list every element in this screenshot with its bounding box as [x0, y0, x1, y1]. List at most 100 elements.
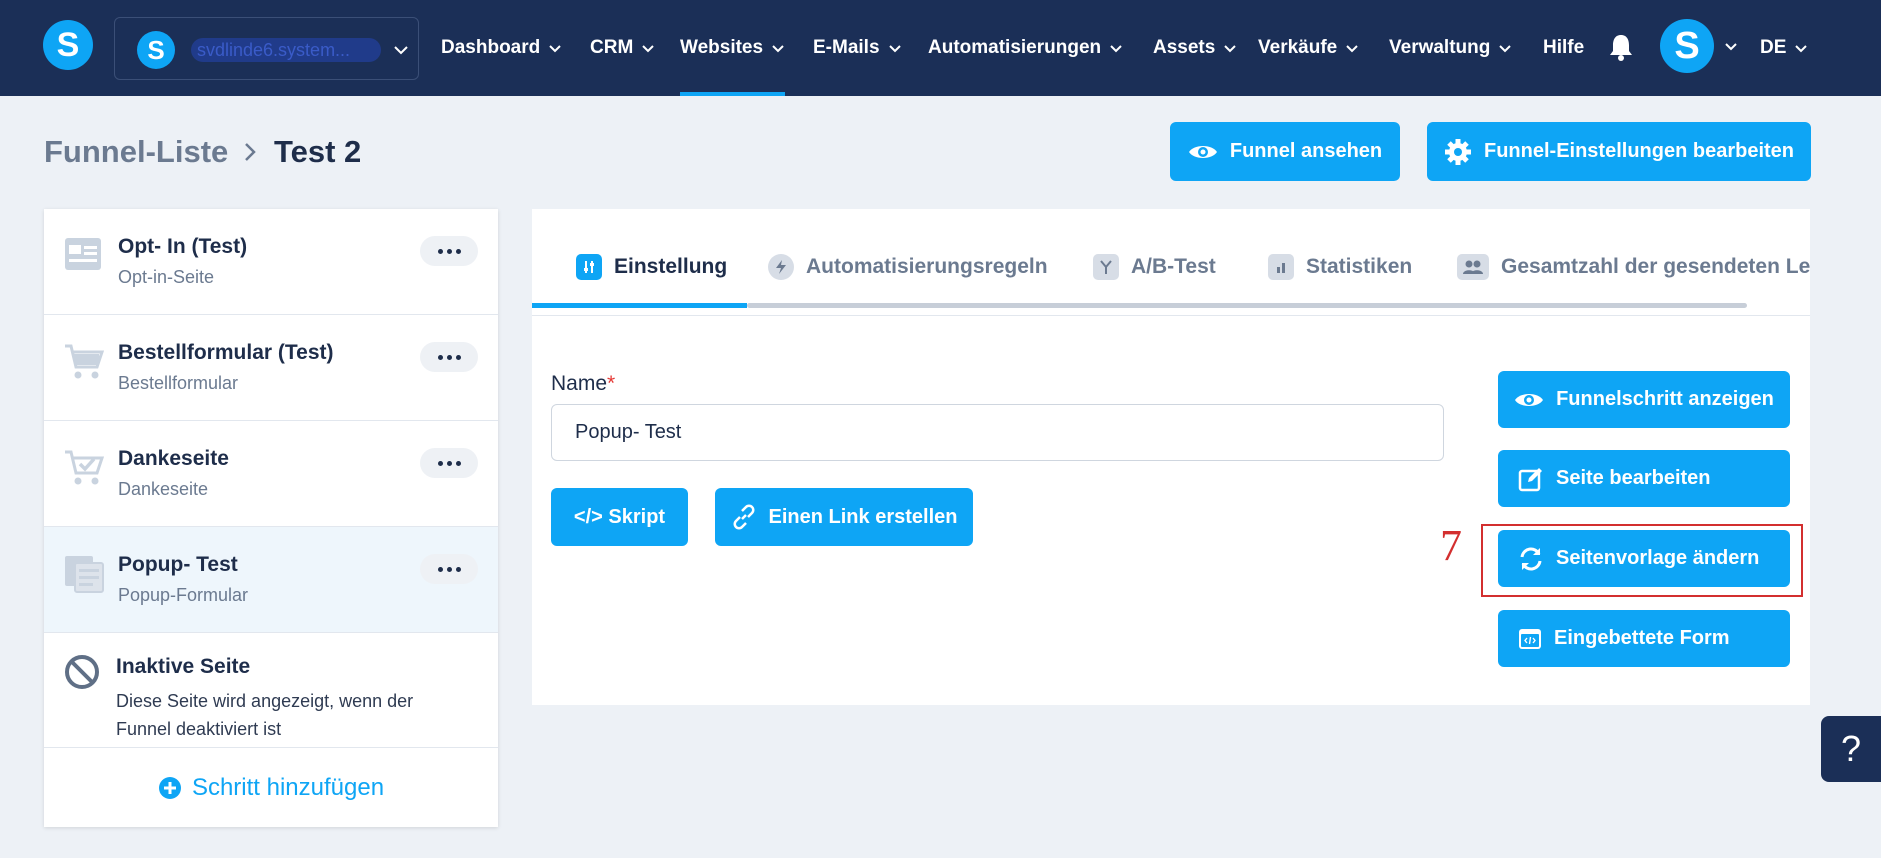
- account-avatar: S: [137, 31, 175, 69]
- inactive-page-title: Inaktive Seite: [116, 655, 251, 678]
- more-options-button[interactable]: [420, 236, 478, 266]
- nav-help[interactable]: Hilfe: [1543, 0, 1584, 96]
- tab-total-sent-leads[interactable]: Gesamtzahl der gesendeten Le: [1457, 247, 1810, 287]
- button-label: Funnel ansehen: [1229, 140, 1383, 162]
- nav-websites[interactable]: Websites: [680, 0, 786, 96]
- edit-funnel-settings-button[interactable]: Funnel-Einstellungen bearbeiten: [1427, 122, 1811, 181]
- nav-automations[interactable]: Automatisierungen: [928, 0, 1123, 96]
- button-label: Einen Link erstellen: [768, 505, 958, 528]
- chevron-down-icon: [1224, 45, 1237, 53]
- help-button[interactable]: ?: [1821, 716, 1881, 782]
- nav-label: E-Mails: [813, 37, 880, 58]
- code-window-icon: [1519, 628, 1541, 649]
- nav-assets[interactable]: Assets: [1153, 0, 1237, 96]
- tab-label: Gesamtzahl der gesendeten Le: [1501, 255, 1810, 278]
- add-step-label: Schritt hinzufügen: [191, 773, 385, 801]
- required-mark: *: [607, 372, 616, 395]
- nav-management[interactable]: Verwaltung: [1389, 0, 1512, 96]
- optin-page-icon: [65, 238, 101, 270]
- chevron-down-icon[interactable]: [1724, 39, 1738, 53]
- step-title: Opt- In (Test): [118, 235, 248, 258]
- bell-icon[interactable]: [1608, 33, 1634, 61]
- name-label-text: Name: [551, 372, 608, 395]
- funnel-step-item[interactable]: Opt- In (Test) Opt-in-Seite: [44, 209, 498, 315]
- button-label: Funnelschritt anzeigen: [1556, 388, 1774, 410]
- button-label: Eingebettete Form: [1554, 627, 1730, 649]
- button-label: </> Skript: [573, 505, 666, 528]
- create-link-button[interactable]: Einen Link erstellen: [715, 488, 973, 546]
- split-icon: [1093, 254, 1119, 280]
- annotation-highlight-box: [1481, 524, 1803, 597]
- more-options-button[interactable]: [420, 554, 478, 584]
- script-button[interactable]: </> Skript: [551, 488, 688, 546]
- nav-sales[interactable]: Verkäufe: [1258, 0, 1359, 96]
- name-field-label: Name*: [551, 372, 615, 396]
- funnel-steps-panel: Opt- In (Test) Opt-in-Seite Bestellformu…: [44, 209, 498, 827]
- step-subtitle: Opt-in-Seite: [118, 267, 215, 287]
- name-input[interactable]: [551, 404, 1444, 461]
- edit-icon: [1518, 467, 1542, 491]
- nav-label: Hilfe: [1543, 37, 1585, 58]
- nav-label: Dashboard: [441, 37, 541, 58]
- nav-crm[interactable]: CRM: [590, 0, 655, 96]
- funnel-step-item-selected[interactable]: Popup- Test Popup-Formular: [44, 527, 498, 633]
- tab-ab-test[interactable]: A/B-Test: [1093, 247, 1216, 287]
- inactive-page-description: Diese Seite wird angezeigt, wenn der Fun…: [116, 691, 414, 739]
- active-tab-indicator: [532, 303, 747, 308]
- language-label: DE: [1760, 37, 1787, 58]
- tab-scrollbar[interactable]: [747, 303, 1747, 308]
- nav-label: CRM: [590, 37, 634, 58]
- funnel-step-item[interactable]: Bestellformular (Test) Bestellformular: [44, 315, 498, 421]
- more-options-button[interactable]: [420, 448, 478, 478]
- tab-automation-rules[interactable]: Automatisierungsregeln: [768, 247, 1048, 287]
- nav-label: Verkäufe: [1258, 37, 1338, 58]
- user-avatar[interactable]: S: [1660, 19, 1714, 73]
- breadcrumb-root[interactable]: Funnel-Liste: [44, 134, 228, 170]
- language-selector[interactable]: DE: [1760, 0, 1808, 96]
- step-title: Popup- Test: [118, 553, 238, 576]
- add-step-button[interactable]: Schritt hinzufügen: [44, 747, 498, 827]
- nav-label: Assets: [1153, 37, 1216, 58]
- chevron-down-icon: [549, 45, 561, 53]
- breadcrumb-current: Test 2: [274, 134, 362, 169]
- chevron-down-icon: [642, 45, 654, 53]
- app-logo[interactable]: S: [43, 20, 93, 70]
- step-title: Dankeseite: [118, 447, 229, 470]
- tab-label: Automatisierungsregeln: [806, 255, 1048, 278]
- button-label: Funnel-Einstellungen bearbeiten: [1483, 140, 1795, 162]
- plus-circle-icon: [158, 776, 181, 799]
- nav-label: Websites: [680, 37, 764, 58]
- chevron-down-icon: [1110, 45, 1122, 53]
- tab-label: Statistiken: [1306, 255, 1413, 278]
- edit-page-button[interactable]: Seite bearbeiten: [1498, 450, 1790, 507]
- tab-statistics[interactable]: Statistiken: [1268, 247, 1412, 287]
- account-name: svdlinde6.system...: [191, 38, 381, 62]
- bar-chart-icon: [1268, 254, 1294, 280]
- link-icon: [733, 504, 754, 530]
- embedded-form-button[interactable]: Eingebettete Form: [1498, 610, 1790, 667]
- nav-emails[interactable]: E-Mails: [813, 0, 902, 96]
- chevron-down-icon: [1499, 45, 1512, 53]
- tab-bar: Einstellung Automatisierungsregeln A/B-T…: [532, 209, 1810, 316]
- step-settings-card: Einstellung Automatisierungsregeln A/B-T…: [532, 209, 1810, 705]
- tab-settings[interactable]: Einstellung: [576, 247, 727, 287]
- funnel-step-item[interactable]: Dankeseite Dankeseite: [44, 421, 498, 527]
- account-switcher[interactable]: S svdlinde6.system...: [114, 17, 419, 80]
- step-subtitle: Dankeseite: [118, 479, 209, 499]
- annotation-number: 7: [1440, 521, 1462, 570]
- tab-label: Einstellung: [614, 255, 728, 278]
- chevron-down-icon: [888, 45, 901, 53]
- nav-label: Automatisierungen: [928, 37, 1102, 58]
- chevron-right-icon: [245, 143, 256, 161]
- sliders-icon: [576, 254, 602, 280]
- view-funnel-button[interactable]: Funnel ansehen: [1170, 122, 1400, 181]
- nav-dashboard[interactable]: Dashboard: [441, 0, 562, 96]
- show-funnel-step-button[interactable]: Funnelschritt anzeigen: [1498, 371, 1790, 428]
- more-options-button[interactable]: [420, 342, 478, 372]
- top-navbar: S S svdlinde6.system... Dashboard CRM We…: [0, 0, 1881, 96]
- popup-form-icon: [65, 556, 104, 593]
- button-label: Seite bearbeiten: [1556, 467, 1711, 489]
- inactive-page-item[interactable]: Inaktive Seite Diese Seite wird angezeig…: [44, 633, 498, 745]
- tab-label: A/B-Test: [1131, 255, 1216, 278]
- chevron-down-icon: [1346, 45, 1358, 53]
